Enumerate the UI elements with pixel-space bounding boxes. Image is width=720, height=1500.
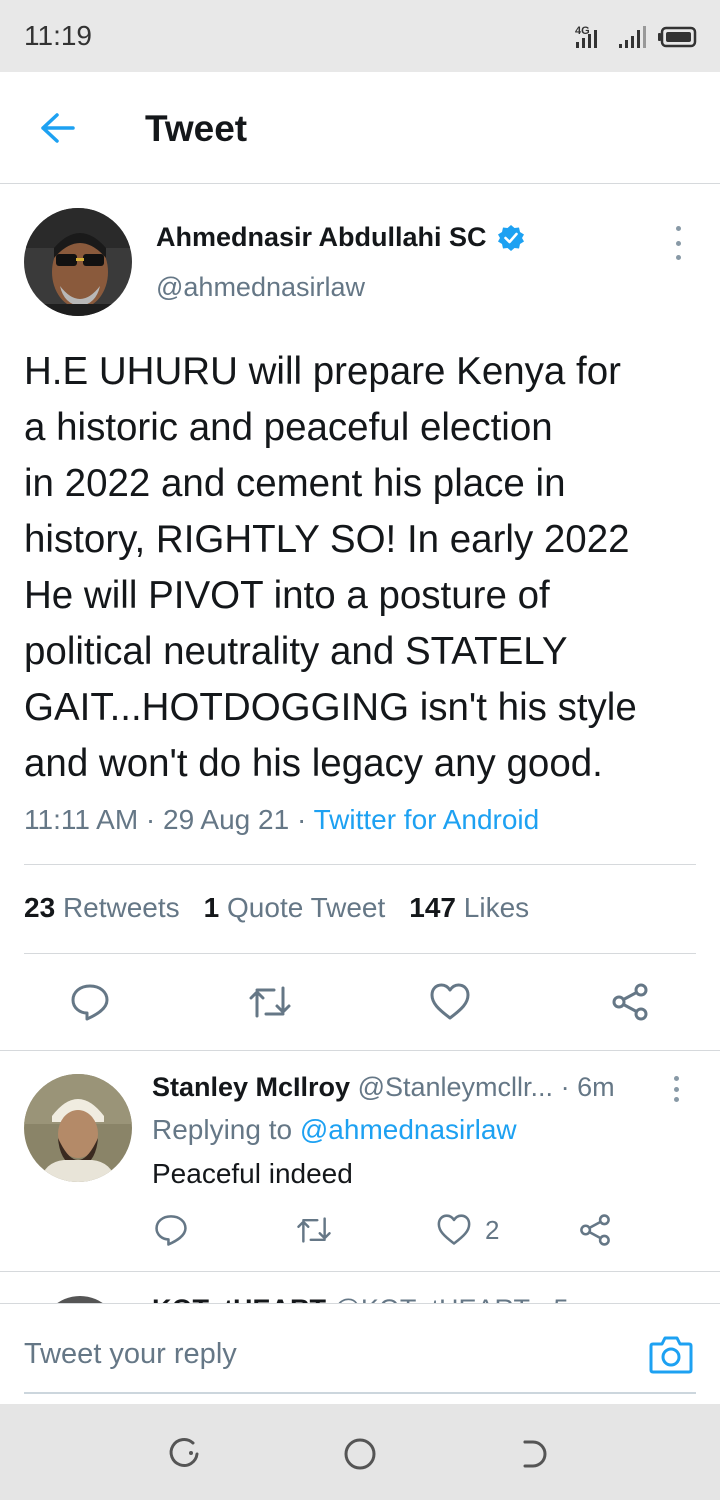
svg-text:4G: 4G xyxy=(575,25,590,37)
share-button[interactable] xyxy=(608,980,652,1024)
divider xyxy=(24,864,696,865)
reply-age: · 6m xyxy=(560,1072,615,1102)
reply-tweet[interactable]: Stanley McIlroy @Stanleymcllr... · 6m Re… xyxy=(0,1052,720,1272)
tweet-meta: 11:11 AM · 29 Aug 21 · Twitter for Andro… xyxy=(24,804,540,835)
reply-input-placeholder: Tweet your reply xyxy=(24,1338,237,1370)
tweet-date: 29 Aug 21 xyxy=(163,804,290,835)
top-app-bar: Tweet xyxy=(0,72,720,184)
divider xyxy=(0,1050,720,1051)
retweet-icon xyxy=(249,986,291,1018)
reply-more-options-button[interactable] xyxy=(666,1076,686,1102)
camera-icon xyxy=(649,1336,693,1374)
reply-header: Stanley McIlroy @Stanleymcllr... · 6m xyxy=(152,1072,615,1103)
home-circle-icon xyxy=(344,1438,376,1470)
replying-to-link[interactable]: @ahmednasirlaw xyxy=(300,1114,517,1145)
reply-icon xyxy=(71,984,109,1021)
arrow-left-icon xyxy=(41,113,75,143)
more-vertical-icon xyxy=(675,226,681,231)
page-title: Tweet xyxy=(145,108,248,149)
reply-icon xyxy=(155,1215,187,1246)
network-signal-icon: 4G xyxy=(575,25,597,48)
battery-icon xyxy=(658,26,697,48)
back-button[interactable] xyxy=(30,100,86,156)
quote-tweets-stat[interactable]: 1 Quote Tweet xyxy=(204,892,386,924)
reply-input[interactable]: Tweet your reply xyxy=(24,1304,696,1394)
likes-stat[interactable]: 147 Likes xyxy=(409,892,529,924)
reply-retweet-button[interactable] xyxy=(296,1208,332,1252)
reply-reply-button[interactable] xyxy=(154,1208,188,1252)
reply-actions: 2 xyxy=(0,1208,720,1258)
share-icon xyxy=(612,983,648,1021)
reply-share-button[interactable] xyxy=(578,1208,612,1252)
heart-icon xyxy=(430,983,470,1020)
reply-author-name[interactable]: Stanley McIlroy xyxy=(152,1072,350,1102)
reply-composer: Tweet your reply xyxy=(0,1303,720,1403)
recents-button[interactable] xyxy=(164,1434,204,1474)
retweet-button[interactable] xyxy=(248,980,292,1024)
verified-badge-icon xyxy=(497,224,524,251)
reply-text: Peaceful indeed xyxy=(152,1158,353,1189)
divider xyxy=(24,953,696,954)
back-nav-icon xyxy=(523,1440,547,1468)
author-handle: @ahmednasirlaw xyxy=(156,272,365,302)
reply-like-count: 2 xyxy=(485,1214,500,1245)
retweets-stat[interactable]: 23 Retweets xyxy=(24,892,180,924)
retweet-icon xyxy=(297,1217,331,1243)
divider xyxy=(0,1271,720,1272)
tweet-time: 11:11 AM xyxy=(24,804,139,835)
heart-icon xyxy=(437,1214,471,1245)
tweet-text: H.E UHURU will prepare Kenya for a histo… xyxy=(24,350,637,785)
system-nav-bar xyxy=(0,1404,720,1500)
reply-button[interactable] xyxy=(68,980,112,1024)
home-button[interactable] xyxy=(340,1434,380,1474)
next-reply-partial[interactable]: KOT_tHEART @KOT_tHEART · 5m xyxy=(0,1290,720,1304)
like-button[interactable] xyxy=(428,980,472,1024)
signal-icon xyxy=(619,26,646,48)
tweet-source-link[interactable]: Twitter for Android xyxy=(314,804,540,835)
camera-button[interactable] xyxy=(648,1332,694,1376)
replying-to: Replying to @ahmednasirlaw xyxy=(152,1114,517,1145)
recents-icon xyxy=(169,1438,199,1467)
share-icon xyxy=(580,1214,610,1246)
status-bar: 11:19 4G xyxy=(0,0,720,72)
status-icons: 4G xyxy=(574,22,698,52)
tweet-author: Ahmednasir Abdullahi SC @ahmednasirlaw xyxy=(24,208,696,318)
author-name[interactable]: Ahmednasir Abdullahi SC xyxy=(156,222,487,253)
reply-avatar[interactable] xyxy=(24,1074,132,1182)
author-avatar[interactable] xyxy=(24,208,132,316)
reply-author-handle: @Stanleymcllr... xyxy=(357,1072,554,1102)
more-vertical-icon xyxy=(673,1076,679,1081)
status-time: 11:19 xyxy=(24,20,92,51)
tweet-stats: 23 Retweets 1 Quote Tweet 147 Likes xyxy=(24,892,529,924)
reply-like-button[interactable]: 2 xyxy=(437,1208,499,1252)
more-options-button[interactable] xyxy=(668,226,688,260)
back-nav-button[interactable] xyxy=(516,1434,556,1474)
author-name-row: Ahmednasir Abdullahi SC xyxy=(156,222,525,253)
tweet-actions xyxy=(0,968,720,1038)
